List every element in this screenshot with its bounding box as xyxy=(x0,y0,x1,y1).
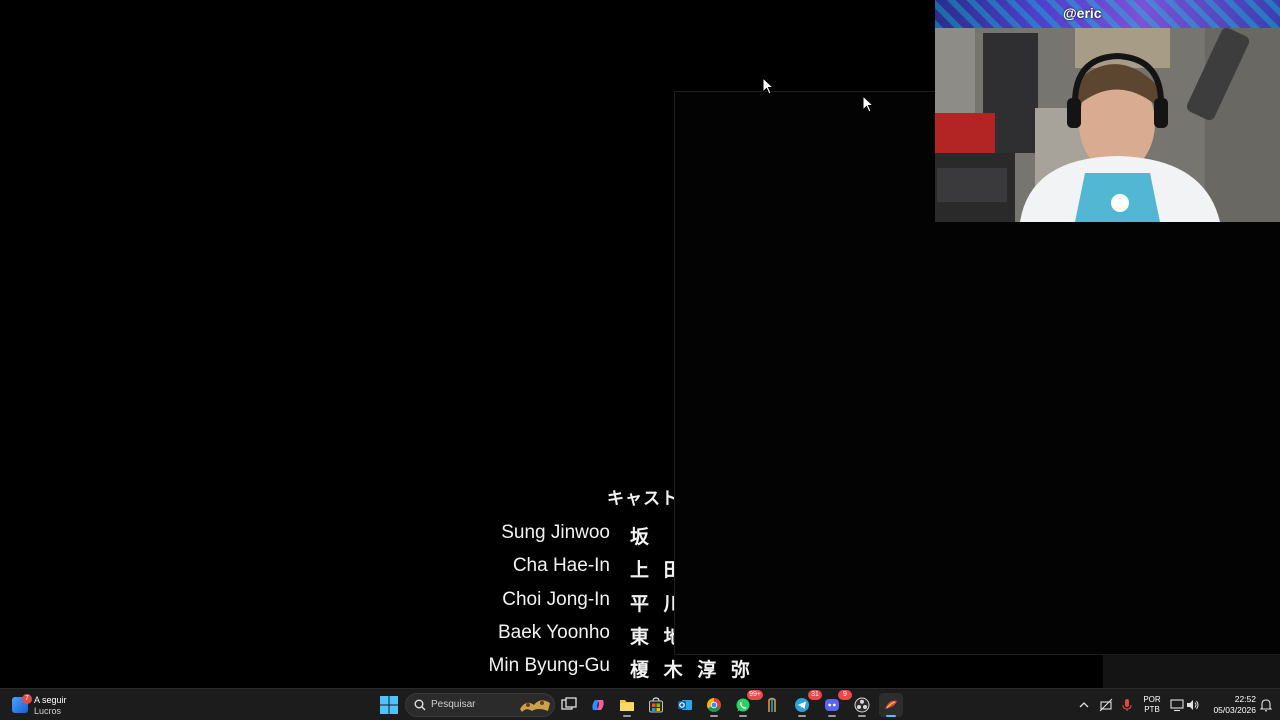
language-code: POR xyxy=(1143,695,1161,704)
clock-date: 05/03/2026 xyxy=(1213,705,1256,715)
webcam-banner: @eric xyxy=(935,0,1280,28)
copilot-icon xyxy=(592,700,604,710)
running-indicator xyxy=(623,715,631,717)
chevron-up-icon[interactable] xyxy=(1077,698,1091,712)
webcam-overlay: @eric xyxy=(935,0,1280,222)
telegram-button[interactable]: 31 xyxy=(790,690,822,717)
running-indicator xyxy=(710,715,718,717)
running-indicator xyxy=(828,715,836,717)
streamer-handle: @eric xyxy=(1063,5,1102,21)
whatsapp-button[interactable]: 99+ xyxy=(731,690,763,717)
microphone-icon[interactable] xyxy=(1120,698,1134,712)
clock[interactable]: 22:52 05/03/2026 xyxy=(1204,694,1256,716)
file-explorer-button[interactable] xyxy=(615,693,639,717)
outlook-button[interactable] xyxy=(673,693,697,717)
clock-time: 22:52 xyxy=(1234,694,1256,704)
store-button[interactable] xyxy=(644,693,668,717)
monitor-icon[interactable] xyxy=(1170,698,1184,712)
credit-role: Min Byung-Gu xyxy=(488,655,610,676)
volume-icon[interactable] xyxy=(1186,698,1200,712)
task-view-button[interactable] xyxy=(557,693,581,717)
network-off-icon[interactable] xyxy=(1099,698,1113,712)
chrome-button[interactable] xyxy=(702,693,726,717)
language-indicator[interactable]: POR PTB xyxy=(1140,695,1164,715)
search-icon xyxy=(414,699,426,711)
mouse-cursor-icon xyxy=(862,95,874,113)
app-8-button[interactable] xyxy=(760,693,784,717)
discord-icon xyxy=(825,699,839,711)
obs-button[interactable] xyxy=(850,693,874,717)
credits-heading: キャスト xyxy=(607,489,679,509)
credit-actor: 坂 xyxy=(630,526,654,548)
keyboard-layout: PTB xyxy=(1144,705,1160,714)
whatsapp-icon xyxy=(736,698,750,712)
widget-title: A seguir xyxy=(34,695,67,705)
widget-subtitle: Lucros xyxy=(34,706,62,716)
widgets-button[interactable]: 7 A seguir Lucros xyxy=(8,692,88,718)
taskbar: 7 A seguir Lucros Pesquisar 99+ 31 9 POR… xyxy=(0,688,1280,720)
running-indicator xyxy=(798,715,806,717)
start-button[interactable] xyxy=(377,693,401,717)
credit-role: Choi Jong-In xyxy=(502,589,610,610)
app-icon xyxy=(768,697,776,712)
running-indicator xyxy=(739,715,747,717)
running-indicator xyxy=(858,715,866,717)
credit-role: Baek Yoonho xyxy=(497,622,610,643)
credit-actor: 榎 木 淳 弥 xyxy=(630,659,754,681)
discord-button[interactable]: 9 xyxy=(820,690,852,717)
telegram-icon xyxy=(795,698,809,712)
search-placeholder: Pesquisar xyxy=(431,699,476,710)
notification-bell-icon[interactable] xyxy=(1259,698,1273,712)
webcam-feed xyxy=(935,28,1280,222)
copilot-button[interactable] xyxy=(586,693,610,717)
credit-role: Sung Jinwoo xyxy=(501,522,610,543)
windows-logo-icon xyxy=(380,696,398,714)
search-highlight-icon xyxy=(520,700,550,712)
obs-icon xyxy=(854,697,870,713)
credit-row: Min Byung-Gu 榎 木 淳 弥 xyxy=(420,655,760,685)
outlook-icon xyxy=(678,700,692,710)
folder-icon xyxy=(620,700,634,711)
task-view-icon xyxy=(561,697,577,710)
notification-badge: 7 xyxy=(22,694,32,704)
app-icon xyxy=(885,700,897,709)
active-app-button[interactable] xyxy=(879,693,903,717)
running-indicator xyxy=(886,715,896,717)
credit-role: Cha Hae-In xyxy=(512,555,610,576)
search-input[interactable]: Pesquisar xyxy=(405,693,555,717)
mouse-cursor-icon xyxy=(762,77,774,95)
store-icon xyxy=(649,697,663,713)
window-edge xyxy=(1103,655,1280,688)
chrome-icon xyxy=(707,698,721,712)
